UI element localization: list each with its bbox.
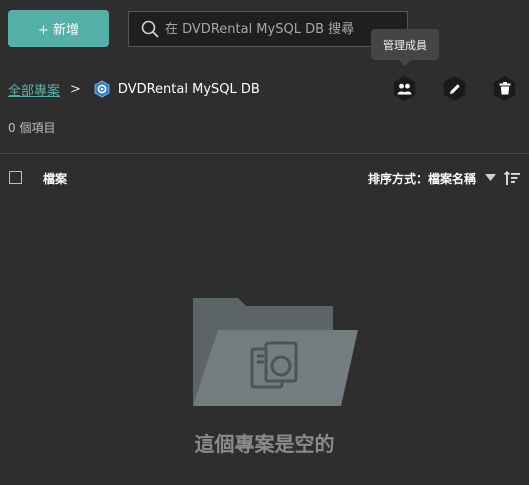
database-project-icon — [93, 80, 111, 98]
manage-members-icon — [397, 83, 412, 94]
header-divider — [0, 153, 529, 154]
project-page: + 新增 管理成員 全部專案 > DVDRental MySQL DB — [0, 0, 529, 485]
search-box[interactable] — [128, 11, 408, 47]
sort-label[interactable]: 排序方式：檔案名稱 — [368, 170, 476, 187]
breadcrumb-root-link[interactable]: 全部專案 — [8, 80, 60, 99]
file-column-header[interactable]: 檔案 — [43, 170, 67, 187]
empty-state-message: 這個專案是空的 — [194, 432, 335, 456]
pencil-icon — [449, 83, 460, 94]
new-button[interactable]: + 新增 — [8, 10, 109, 47]
edit-button[interactable] — [441, 75, 468, 102]
delete-button[interactable] — [491, 75, 518, 102]
empty-folder-icon — [193, 298, 358, 406]
sort-order-icon[interactable] — [504, 170, 520, 186]
sort-control: 排序方式：檔案名稱 — [368, 168, 520, 188]
manage-members-button[interactable] — [391, 75, 418, 102]
breadcrumb-current: DVDRental MySQL DB — [117, 81, 260, 97]
search-icon — [141, 20, 159, 38]
breadcrumb: 全部專案 > DVDRental MySQL DB — [8, 78, 260, 100]
trash-icon — [499, 82, 510, 95]
item-count: 0 個項目 — [8, 121, 56, 135]
breadcrumb-separator: > — [70, 81, 81, 97]
select-all-checkbox[interactable] — [9, 171, 22, 184]
manage-members-tooltip: 管理成員 — [371, 29, 439, 66]
sort-dropdown-caret-icon[interactable] — [485, 174, 496, 182]
